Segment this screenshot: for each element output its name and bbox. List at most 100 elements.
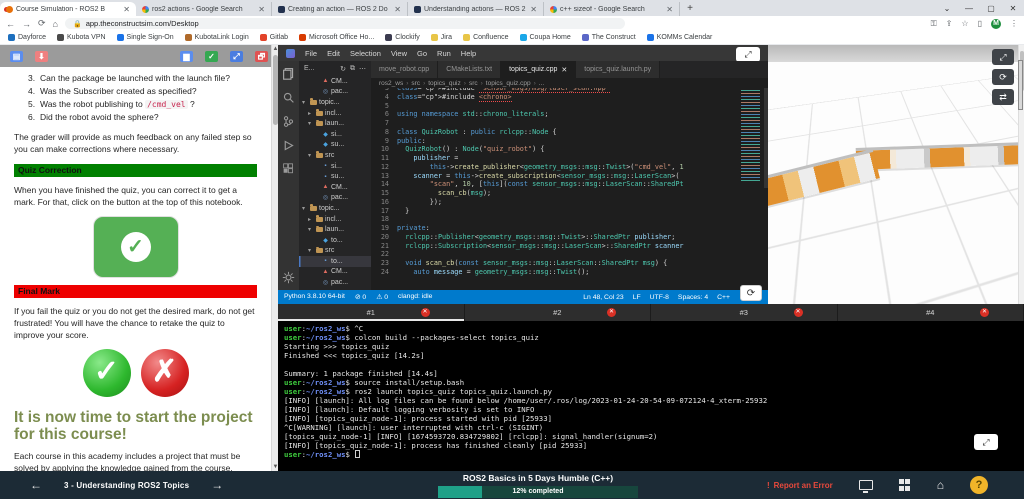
- status-item[interactable]: UTF-8: [650, 294, 669, 301]
- run-debug-icon[interactable]: [282, 139, 295, 152]
- tree-item-pac[interactable]: ◎ pac...: [299, 193, 371, 204]
- bookmark-item[interactable]: Kubota VPN: [57, 34, 106, 41]
- status-item[interactable]: LF: [633, 294, 641, 301]
- terminal-tab-3[interactable]: #3 ✕: [651, 304, 838, 321]
- menu-help[interactable]: Help: [461, 49, 476, 58]
- code-area[interactable]: 3 class="cp">#include "sensor_msgs/msg/la…: [371, 88, 768, 276]
- minimize-icon[interactable]: —: [958, 4, 980, 13]
- tree-item-topic[interactable]: ▾ topic...: [299, 97, 371, 108]
- reload-icon[interactable]: ⟳: [38, 18, 46, 29]
- tree-item-laun[interactable]: ▾ laun...: [299, 118, 371, 129]
- browser-tab[interactable]: Understanding actions — ROS 2 ✕: [408, 2, 544, 16]
- tree-item-to[interactable]: ◆ to...: [299, 235, 371, 246]
- terminal-close-icon[interactable]: ✕: [980, 308, 989, 317]
- editor-tab-move_robot.cpp[interactable]: move_robot.cpp: [371, 61, 439, 78]
- bookmark-icon[interactable]: ⬇: [35, 50, 48, 62]
- home-button[interactable]: ⌂: [937, 478, 944, 492]
- editor-tab-CMakeLists.txt[interactable]: CMakeLists.txt: [438, 61, 502, 78]
- menu-go[interactable]: Go: [417, 49, 427, 58]
- tree-item-pac[interactable]: ◎ pac...: [299, 87, 371, 98]
- status-item[interactable]: ⚠ 0: [376, 293, 388, 301]
- terminal-expand-button[interactable]: ⤢: [974, 434, 998, 450]
- help-button[interactable]: ?: [970, 476, 988, 494]
- terminal-close-icon[interactable]: ✕: [420, 308, 430, 317]
- tab-close-icon[interactable]: ✕: [123, 5, 130, 14]
- sidebar-icon[interactable]: ▯: [978, 19, 982, 28]
- profile-avatar[interactable]: M: [991, 18, 1001, 29]
- settings-gear-icon[interactable]: [282, 271, 295, 284]
- files-icon[interactable]: [282, 67, 295, 80]
- menu-dots-icon[interactable]: ⋮: [1010, 19, 1018, 28]
- browser-tab[interactable]: Course Simulation - ROS2 B ✕: [0, 2, 136, 16]
- tree-item-to[interactable]: ▪ to...: [299, 256, 371, 267]
- back-icon[interactable]: ←: [6, 19, 15, 29]
- simulation-view[interactable]: ⤢ ⟳ ⇄: [768, 45, 1024, 304]
- tab-close-icon[interactable]: ✕: [394, 5, 401, 14]
- breadcrumb-item[interactable]: topics_quiz: [428, 80, 461, 87]
- ide-expand-button[interactable]: ⤢: [736, 47, 760, 62]
- more-icon[interactable]: ⋯: [359, 65, 366, 73]
- bookmark-item[interactable]: KubotaLink Login: [184, 34, 249, 41]
- sim-expand-button[interactable]: ⤢: [992, 49, 1014, 65]
- terminal-tab-4[interactable]: #4 ✕: [838, 304, 1024, 321]
- bookmark-star-icon[interactable]: ☆: [961, 19, 968, 28]
- terminal-close-icon[interactable]: ✕: [793, 308, 803, 317]
- chevron-down-icon[interactable]: ⌄: [936, 4, 958, 13]
- bookmark-item[interactable]: Confluence: [463, 34, 509, 41]
- bookmark-item[interactable]: Dayforce: [8, 34, 46, 41]
- tab-close-icon[interactable]: ✕: [561, 66, 567, 74]
- menu-selection[interactable]: Selection: [350, 49, 381, 58]
- bookmark-item[interactable]: The Construct: [581, 34, 636, 41]
- report-error-button[interactable]: ! Report an Error: [767, 481, 833, 490]
- collapse-icon[interactable]: ⧉: [350, 65, 355, 73]
- sim-reload-button[interactable]: ⟳: [992, 69, 1014, 85]
- sim-sync-button[interactable]: ⇄: [992, 89, 1014, 105]
- next-lesson-button[interactable]: →: [211, 478, 223, 492]
- status-item[interactable]: Ln 48, Col 23: [583, 294, 623, 301]
- tree-item-incl[interactable]: ▸ incl...: [299, 108, 371, 119]
- browser-tab[interactable]: Creating an action — ROS 2 Do ✕: [272, 2, 408, 16]
- breadcrumb-item[interactable]: src: [411, 80, 420, 87]
- breadcrumb[interactable]: ros2_ws › src › topics_quiz › src › topics_quiz.…: [371, 78, 768, 88]
- tree-item-si[interactable]: ▪ si...: [299, 161, 371, 172]
- tree-item-CM[interactable]: ▲ CM...: [299, 76, 371, 87]
- menu-file[interactable]: File: [305, 49, 317, 58]
- minimap[interactable]: [741, 90, 760, 182]
- status-item[interactable]: clangd: idle: [398, 293, 432, 301]
- bookmark-item[interactable]: Gitlab: [259, 34, 288, 41]
- extensions-icon[interactable]: [282, 163, 295, 176]
- expand-icon[interactable]: ⤢: [230, 50, 243, 62]
- breadcrumb-item[interactable]: topics_quiz.cpp: [486, 80, 531, 87]
- correct-quiz-button[interactable]: ✓: [92, 216, 179, 278]
- menu-view[interactable]: View: [391, 49, 407, 58]
- apps-grid-icon[interactable]: [898, 479, 911, 491]
- menu-edit[interactable]: Edit: [327, 49, 340, 58]
- browser-tab[interactable]: ros2 actions - Google Search ✕: [136, 2, 272, 16]
- editor-tab-topics_quiz.launch.py[interactable]: topics_quiz.launch.py: [576, 61, 661, 78]
- notebook-scrollbar[interactable]: ▲ ▼: [271, 45, 278, 471]
- ide-reload-button[interactable]: ⟳: [740, 285, 762, 301]
- tab-close-icon[interactable]: ✕: [258, 5, 265, 14]
- status-item[interactable]: Spaces: 4: [678, 294, 708, 301]
- tree-item-su[interactable]: ▪ su...: [299, 171, 371, 182]
- tree-item-laun[interactable]: ▾ laun...: [299, 224, 371, 235]
- breadcrumb-item[interactable]: ros2_ws: [379, 80, 403, 87]
- menu-run[interactable]: Run: [437, 49, 451, 58]
- close-icon[interactable]: ✕: [1002, 4, 1024, 13]
- bookmark-item[interactable]: Jira: [430, 34, 452, 41]
- bookmark-item[interactable]: Microsoft Office Ho...: [299, 34, 374, 41]
- home-icon[interactable]: ⌂: [53, 19, 58, 29]
- browser-tab[interactable]: c++ sizeof - Google Search ✕: [544, 2, 680, 16]
- tab-close-icon[interactable]: ✕: [666, 5, 673, 14]
- reader-icon[interactable]: ▤: [10, 50, 23, 62]
- prev-lesson-button[interactable]: ←: [30, 478, 42, 492]
- bookmark-item[interactable]: KOMMs Calendar: [646, 34, 712, 41]
- forward-icon[interactable]: →: [22, 19, 31, 29]
- monitor-icon[interactable]: [858, 480, 873, 493]
- tree-item-topic[interactable]: ▾ topic...: [299, 203, 371, 214]
- source-control-icon[interactable]: [282, 115, 295, 128]
- search-icon[interactable]: [282, 91, 295, 104]
- terminal-scrollbar[interactable]: [1018, 60, 1023, 110]
- refresh-icon[interactable]: ↻: [340, 65, 346, 73]
- status-item[interactable]: C++: [717, 294, 730, 301]
